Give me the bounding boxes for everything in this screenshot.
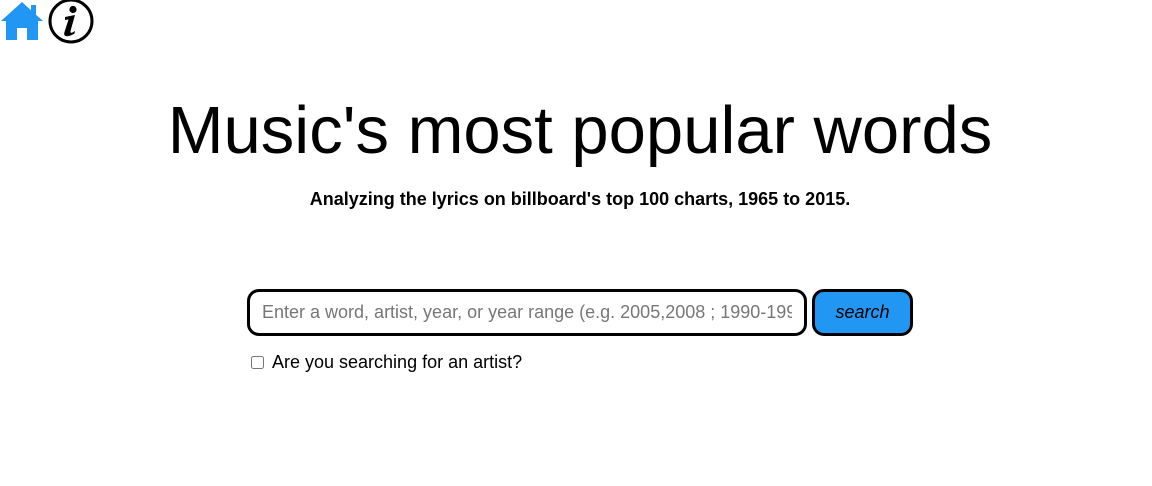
info-icon [48, 0, 94, 44]
home-icon [1, 2, 43, 40]
search-button[interactable]: search [812, 289, 913, 336]
home-link[interactable] [0, 0, 44, 42]
artist-checkbox[interactable] [251, 356, 264, 369]
page-subtitle: Analyzing the lyrics on billboard's top … [309, 189, 851, 209]
top-nav [0, 0, 97, 44]
page-title: Music's most popular words [167, 93, 993, 168]
artist-option: Are you searching for an artist? [249, 352, 522, 373]
search-form: search [247, 289, 913, 336]
search-input[interactable] [247, 289, 807, 336]
info-link[interactable] [47, 0, 97, 44]
artist-checkbox-label: Are you searching for an artist? [272, 352, 523, 372]
